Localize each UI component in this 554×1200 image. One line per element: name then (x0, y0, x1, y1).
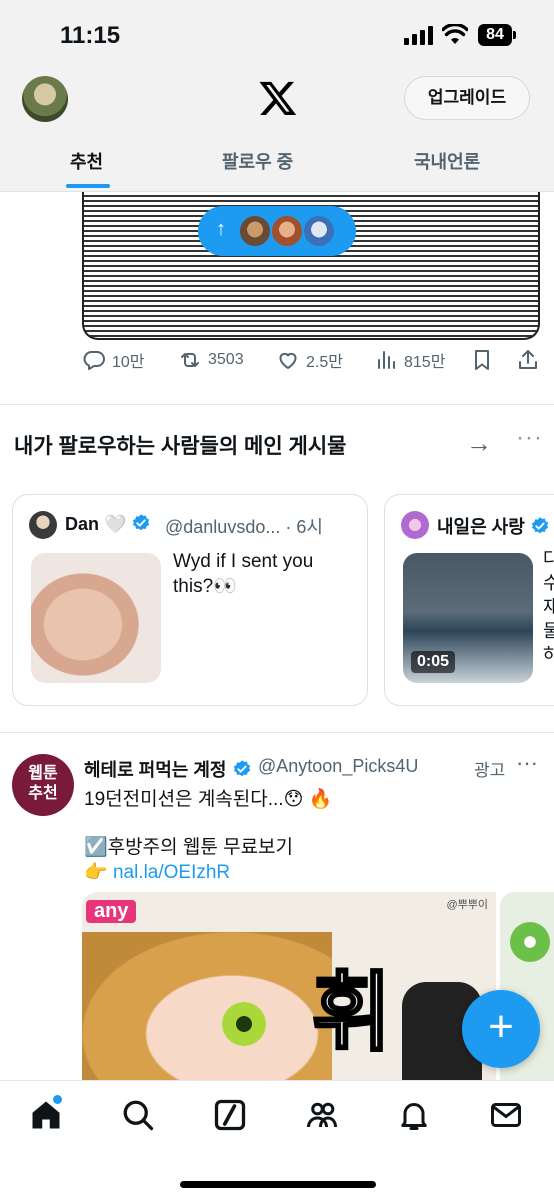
active-tab-indicator (66, 184, 110, 188)
ad-media[interactable]: any @뿌뿌이 휘 (82, 892, 496, 1092)
media-credit: @뿌뿌이 (446, 899, 488, 911)
top-post-card[interactable]: 내일은 사랑 0:05 다 수 재 물 하 (384, 494, 554, 706)
messages-icon[interactable] (488, 1097, 524, 1133)
notification-dot (53, 1095, 62, 1104)
like-count: 2.5만 (306, 354, 343, 371)
top-post-card[interactable]: Dan 🤍 @danluvsdo... · 6시 Wyd if I sent y… (12, 494, 368, 706)
new-post-avatar (302, 214, 336, 248)
arrow-up-icon: ↑ (216, 218, 226, 240)
tab-domestic-press[interactable]: 국내언론 (414, 148, 480, 174)
more-icon[interactable]: ··· (516, 750, 538, 776)
illustration-face (82, 932, 332, 1092)
status-bar: 11:15 84 (0, 0, 554, 70)
repost-icon (181, 353, 199, 367)
verified-icon (233, 760, 250, 777)
reply-count: 10만 (112, 354, 145, 371)
new-post-avatar (270, 214, 304, 248)
card-text: Wyd if I sent you this?👀 (173, 551, 314, 597)
view-count: 815만 (404, 354, 446, 371)
bookmark-icon (475, 350, 489, 370)
upgrade-button[interactable]: 업그레이드 (404, 76, 530, 120)
ad-label: 광고 (474, 761, 506, 780)
repost-button[interactable]: 3503 (178, 348, 244, 372)
post-actions: 10만 3503 2.5만 815만 (0, 348, 554, 382)
repost-count: 3503 (208, 351, 244, 368)
video-duration: 0:05 (411, 651, 456, 673)
divider (0, 732, 554, 733)
ad-text-line: ☑️후방주의 웹툰 무료보기 (84, 837, 294, 858)
search-icon[interactable] (120, 1097, 156, 1133)
compose-post-button[interactable]: + (462, 990, 540, 1068)
reply-button[interactable]: 10만 (82, 348, 145, 372)
ad-author-name[interactable]: 헤테로 퍼먹는 계정 (84, 756, 252, 782)
like-icon (279, 352, 297, 369)
media-badge: any (86, 900, 137, 923)
notifications-icon[interactable] (396, 1097, 432, 1133)
new-posts-pill[interactable]: ↑ (198, 206, 356, 256)
new-post-avatar (238, 214, 272, 248)
views-icon (378, 351, 395, 369)
verified-icon (531, 517, 548, 534)
divider (0, 404, 554, 405)
arrow-right-icon[interactable]: → (466, 428, 492, 459)
x-logo-icon (259, 81, 297, 115)
communities-icon[interactable] (304, 1097, 340, 1133)
card-author-name: Dan 🤍 (65, 513, 151, 535)
media-sfx: 휘 (310, 964, 392, 1063)
card-author-handle: @danluvsdo... · 6시 (165, 517, 323, 537)
home-indicator (180, 1181, 376, 1188)
card-video-thumbnail[interactable]: 0:05 (403, 553, 533, 683)
reply-icon (83, 351, 105, 370)
ad-text-line: 19던전미션은 계속된다...😯 🔥 (84, 789, 333, 810)
bookmark-button[interactable] (470, 348, 494, 372)
tab-recommended[interactable]: 추천 (70, 148, 103, 174)
card-thumbnail[interactable] (31, 553, 161, 683)
top-header: 업그레이드 추천 팔로우 중 국내언론 (0, 70, 554, 192)
card-author-name: 내일은 사랑 (437, 513, 550, 539)
signal-icon (404, 26, 433, 45)
views-button[interactable]: 815만 (374, 348, 445, 372)
ad-link[interactable]: nal.la/OEIzhR (113, 862, 230, 883)
like-button[interactable]: 2.5만 (276, 348, 343, 372)
more-icon[interactable]: ··· (516, 424, 543, 452)
share-icon (519, 350, 537, 369)
status-time: 11:15 (60, 22, 121, 49)
grok-icon[interactable] (212, 1097, 248, 1133)
verified-icon (133, 514, 150, 531)
ad-author-handle: @Anytoon_Picks4U (258, 756, 419, 776)
card-avatar (29, 511, 57, 539)
wifi-icon (442, 24, 468, 44)
profile-avatar[interactable] (22, 76, 68, 122)
illustration-eye (222, 1002, 266, 1046)
ad-text-line: 👉 nal.la/OEIzhR (84, 862, 231, 883)
illustration-eye (510, 922, 550, 962)
card-avatar (401, 511, 429, 539)
share-button[interactable] (516, 348, 540, 372)
tab-following[interactable]: 팔로우 중 (222, 148, 293, 174)
ad-avatar[interactable]: 웹툰 추천 (12, 754, 74, 816)
card-text: 다 수 재 물 하 (543, 547, 554, 667)
section-title: 내가 팔로우하는 사람들의 메인 게시물 (14, 435, 347, 458)
battery-indicator: 84 (478, 24, 516, 46)
